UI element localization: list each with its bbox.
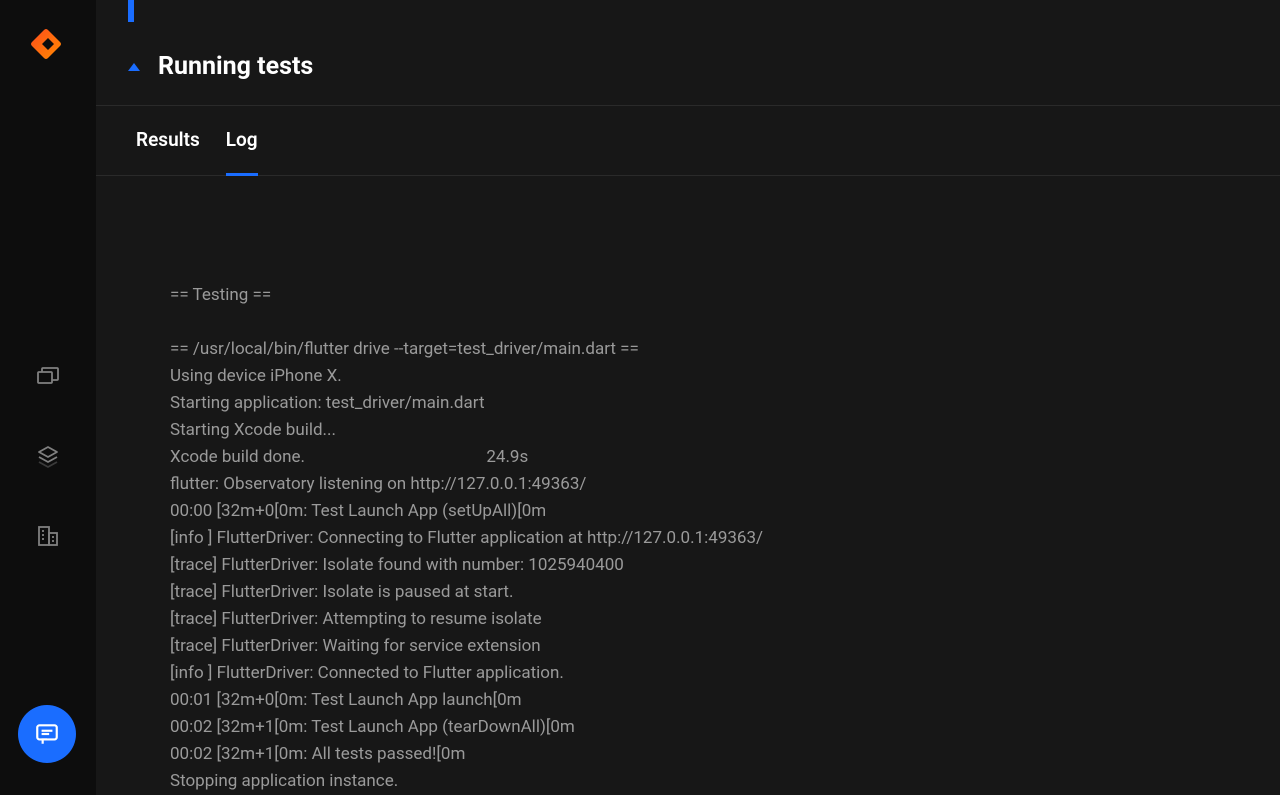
log-line: == Testing == [170, 282, 1280, 309]
log-line: Using device iPhone X. [170, 363, 1280, 390]
tab-results[interactable]: Results [136, 128, 200, 175]
building-icon[interactable] [36, 524, 60, 548]
log-line: == /usr/local/bin/flutter drive --target… [170, 336, 1280, 363]
section-title: Running tests [158, 52, 313, 81]
log-line: 00:02 [32m+1[0m: All tests passed![0m [170, 741, 1280, 768]
log-output: == Testing == == /usr/local/bin/flutter … [96, 176, 1280, 795]
log-line: 00:01 [32m+0[0m: Test Launch App launch[… [170, 687, 1280, 714]
log-line: [info ] FlutterDriver: Connecting to Flu… [170, 525, 1280, 552]
top-accent-bar [128, 0, 134, 22]
section-header: Running tests [96, 0, 1280, 106]
tabs: Results Log [96, 106, 1280, 176]
collapse-caret-icon[interactable] [128, 63, 140, 71]
log-line: [trace] FlutterDriver: Isolate is paused… [170, 579, 1280, 606]
tab-log[interactable]: Log [226, 128, 258, 175]
log-line: 00:02 [32m+1[0m: Test Launch App (tearDo… [170, 714, 1280, 741]
folder-icon[interactable] [36, 364, 60, 388]
log-line: [info ] FlutterDriver: Connected to Flut… [170, 660, 1280, 687]
log-line: Stopping application instance. [170, 768, 1280, 795]
log-line: Starting Xcode build... [170, 417, 1280, 444]
log-line [170, 309, 1280, 336]
log-line: [trace] FlutterDriver: Attempting to res… [170, 606, 1280, 633]
log-line: [trace] FlutterDriver: Isolate found wit… [170, 552, 1280, 579]
log-line: 00:00 [32m+0[0m: Test Launch App (setUpA… [170, 498, 1280, 525]
logo [30, 28, 66, 64]
log-line: Starting application: test_driver/main.d… [170, 390, 1280, 417]
main-content: Running tests Results Log == Testing == … [96, 0, 1280, 795]
log-line: Xcode build done. 24.9s [170, 444, 1280, 471]
layers-icon[interactable] [36, 444, 60, 468]
sidebar-nav [36, 364, 60, 548]
log-line: flutter: Observatory listening on http:/… [170, 471, 1280, 498]
sidebar [0, 0, 96, 795]
chat-button[interactable] [18, 705, 76, 763]
log-line: [trace] FlutterDriver: Waiting for servi… [170, 633, 1280, 660]
